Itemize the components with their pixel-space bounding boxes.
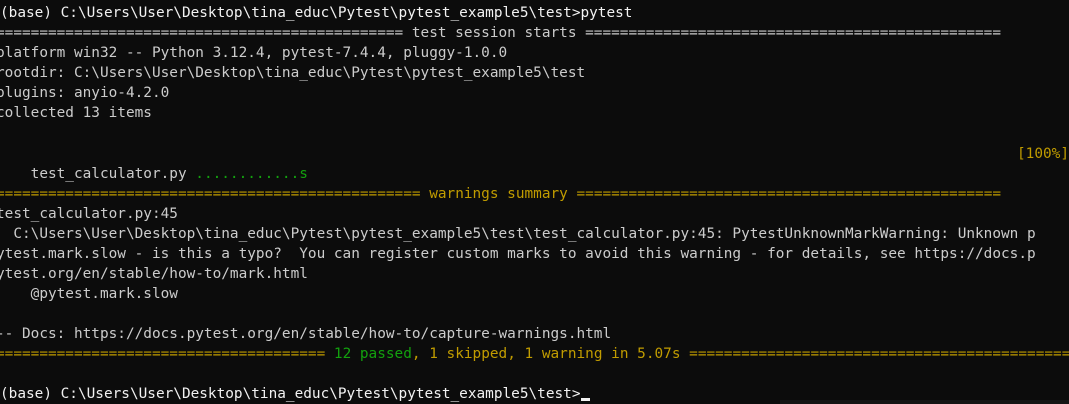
rootdir-line: rootdir: C:\Users\User\Desktop\tina_educ… (0, 65, 586, 81)
session-start-rule: ========================================… (0, 25, 1002, 41)
docs-link-line: -- Docs: https://docs.pytest.org/en/stab… (0, 326, 612, 342)
warnings-summary-rule: ========================================… (0, 184, 1001, 204)
warning-detail-line-1: C:\Users\User\Desktop\tina_educ\Pytest\p… (0, 226, 1036, 242)
text-cursor (581, 398, 591, 401)
prompt-command-line: (base) C:\Users\User\Desktop\tina_educ\P… (0, 5, 633, 21)
summary-duration: in 5.07s (602, 346, 690, 362)
warning-detail-line-4: @pytest.mark.slow (0, 286, 178, 302)
collected-line: collected 13 items (0, 105, 152, 121)
summary-separator-2: , (507, 346, 525, 362)
warnings-rule-title: warnings summary (429, 186, 568, 202)
plugins-line: plugins: anyio-4.2.0 (0, 85, 170, 101)
prompt-text: (base) C:\Users\User\Desktop\tina_educ\P… (0, 386, 581, 402)
summary-warning: 1 warning (524, 346, 603, 362)
summary-skipped: 1 skipped (429, 346, 508, 362)
prompt-line[interactable]: (base) C:\Users\User\Desktop\tina_educ\P… (0, 384, 591, 404)
summary-rule-right: ========================================… (689, 346, 1069, 362)
test-result-line: test_calculator.py ............s [100%] (0, 144, 1069, 182)
summary-rule-left: ====================================== (0, 346, 334, 362)
test-progress-percent: [100%] (1017, 146, 1069, 162)
test-result-dots: ............s (195, 166, 308, 182)
warning-detail-line-2: ytest.mark.slow - is this a typo? You ca… (0, 246, 1036, 262)
test-result-file: test_calculator.py (30, 166, 196, 182)
terminal-window[interactable]: (base) C:\Users\User\Desktop\tina_educ\P… (0, 0, 1069, 404)
warnings-rule-right: ========================================… (567, 186, 1002, 202)
summary-passed: 12 passed (333, 346, 412, 362)
warning-detail-line-3: ytest.org/en/stable/how-to/mark.html (0, 266, 308, 282)
platform-line: platform win32 -- Python 3.12.4, pytest-… (0, 45, 508, 61)
warning-location-line: test_calculator.py:45 (0, 206, 178, 222)
summary-separator-1: , (411, 346, 430, 362)
warnings-rule-left: ========================================… (0, 186, 430, 202)
bottom-edge-shadow (780, 400, 1069, 404)
final-summary-rule: ====================================== 1… (0, 344, 1069, 364)
